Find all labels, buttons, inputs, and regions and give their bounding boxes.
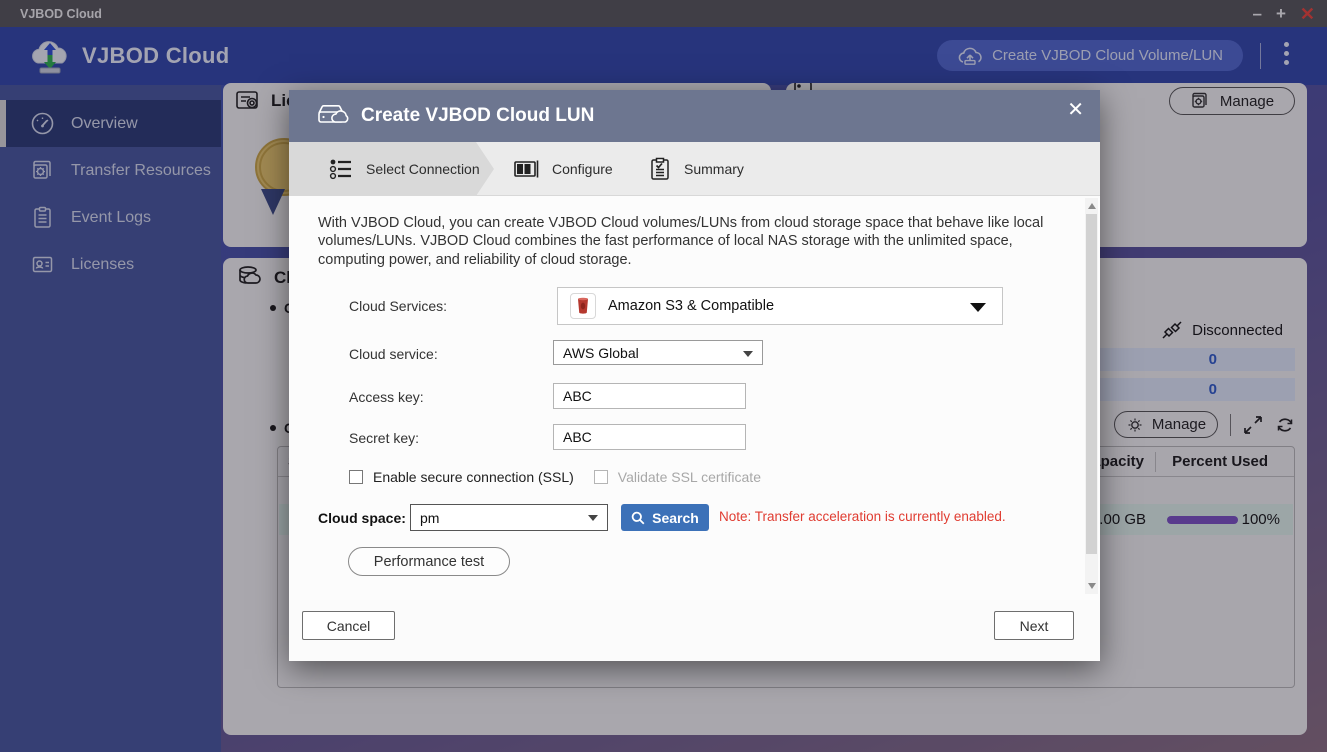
close-icon[interactable]: ✕ [1063, 96, 1088, 124]
step-configure[interactable]: Configure [514, 142, 613, 196]
validate-ssl-checkbox-label: Validate SSL certificate [618, 469, 761, 485]
dialog-scrollbar[interactable] [1085, 198, 1098, 594]
step-label: Select Connection [366, 161, 480, 177]
dialog-footer: Cancel Next [289, 600, 1100, 661]
cloud-space-select[interactable]: pm [410, 504, 608, 531]
access-key-label: Access key: [349, 389, 424, 405]
cancel-button[interactable]: Cancel [302, 611, 395, 640]
scroll-up-icon[interactable] [1088, 203, 1096, 209]
step-summary[interactable]: Summary [649, 142, 744, 196]
cloud-services-dropdown[interactable]: Amazon S3 & Compatible [557, 287, 1003, 325]
ssl-checkbox-label: Enable secure connection (SSL) [373, 469, 574, 485]
transfer-acceleration-note: Note: Transfer acceleration is currently… [719, 509, 1006, 524]
scrollbar-thumb[interactable] [1086, 214, 1097, 554]
dialog-title: Create VJBOD Cloud LUN [361, 105, 594, 127]
columns-icon [514, 159, 539, 179]
performance-test-button[interactable]: Performance test [348, 547, 510, 576]
cloud-space-value: pm [420, 510, 439, 526]
search-button[interactable]: Search [621, 504, 709, 531]
app-window: VJBOD Cloud – + ✕ VJBOD Cloud [0, 0, 1327, 752]
create-vjbod-cloud-lun-dialog: Create VJBOD Cloud LUN ✕ Select Connecti… [289, 90, 1100, 661]
dialog-body: With VJBOD Cloud, you can create VJBOD C… [289, 196, 1100, 600]
cloud-services-label: Cloud Services: [349, 298, 447, 314]
step-select-connection[interactable]: Select Connection [289, 142, 494, 196]
ssl-checkbox[interactable] [349, 470, 363, 484]
step-label: Configure [552, 161, 613, 177]
validate-ssl-checkbox[interactable] [594, 470, 608, 484]
secret-key-field[interactable] [553, 424, 746, 450]
chevron-down-icon [970, 303, 986, 312]
search-icon [631, 511, 645, 525]
drive-cloud-icon [317, 103, 349, 129]
step-label: Summary [684, 161, 744, 177]
list-icon [329, 157, 353, 181]
summary-clipboard-icon [649, 157, 671, 181]
cloud-space-label: Cloud space: [318, 510, 406, 526]
dialog-description: With VJBOD Cloud, you can create VJBOD C… [318, 214, 1074, 269]
next-button[interactable]: Next [994, 611, 1074, 640]
cloud-service-label: Cloud service: [349, 346, 438, 362]
dialog-header: Create VJBOD Cloud LUN ✕ [289, 90, 1100, 142]
scroll-down-icon[interactable] [1088, 583, 1096, 589]
secret-key-label: Secret key: [349, 430, 419, 446]
cloud-services-value: Amazon S3 & Compatible [608, 298, 774, 314]
amazon-s3-icon [570, 293, 596, 319]
wizard-steps: Select Connection Configure Summ [289, 142, 1100, 196]
cloud-service-select[interactable]: AWS Global [553, 340, 763, 365]
cloud-service-value: AWS Global [563, 345, 639, 361]
chevron-down-icon [588, 515, 598, 521]
chevron-down-icon [743, 351, 753, 357]
access-key-field[interactable] [553, 383, 746, 409]
